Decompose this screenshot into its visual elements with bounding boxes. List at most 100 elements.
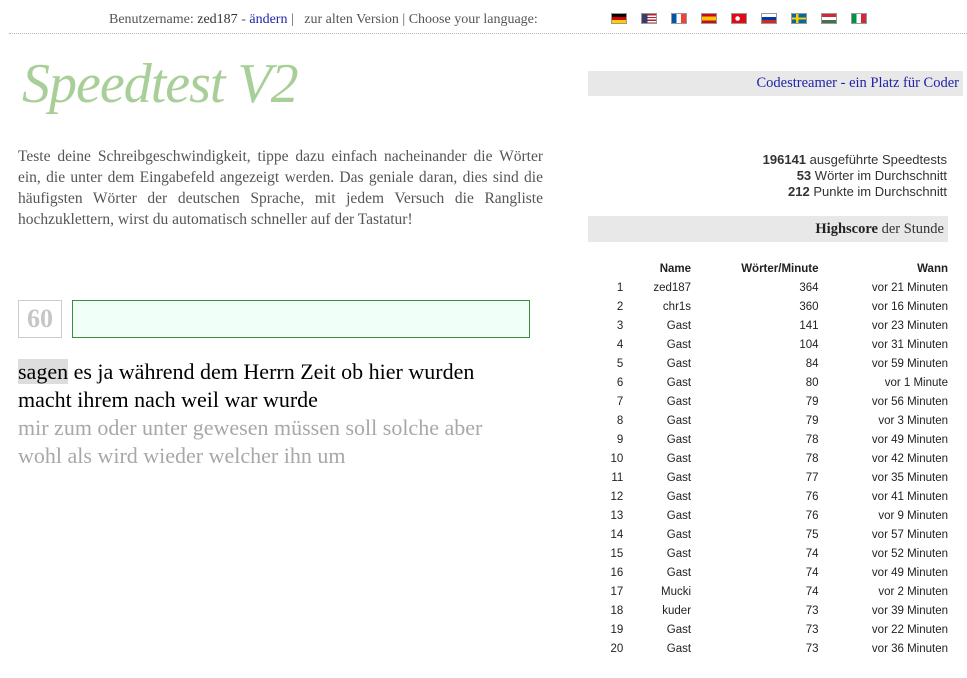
speedtest-logo: Speedtest V2 — [22, 53, 299, 115]
stat-tests-count: 196141 — [762, 152, 807, 167]
wpm-cell: 364 — [799, 281, 819, 294]
wpm-cell: 84 — [805, 357, 819, 370]
flag-it-icon[interactable] — [851, 13, 867, 24]
rank-cell: 2 — [616, 300, 624, 313]
name-cell: chr1s — [662, 300, 692, 313]
when-cell: vor 49 Minuten — [871, 433, 948, 446]
when-cell: vor 36 Minuten — [871, 642, 948, 655]
when-cell: vor 21 Minuten — [871, 281, 948, 294]
rank-cell: 1 — [616, 281, 624, 294]
when-cell: vor 41 Minuten — [871, 490, 948, 503]
codestreamer-banner: Codestreamer - ein Platz für Coder — [588, 71, 963, 96]
when-cell: vor 16 Minuten — [871, 300, 948, 313]
table-row: 20 Gast 73 vor 36 Minuten — [598, 639, 948, 658]
username: zed187 — [197, 12, 238, 27]
rank-cell: 16 — [610, 566, 624, 579]
table-row: 3 Gast 141 vor 23 Minuten — [598, 316, 948, 335]
word-list: sagen es ja während dem Herrn Zeit ob hi… — [18, 358, 558, 470]
when-cell: vor 1 Minute — [884, 376, 948, 389]
wpm-cell: 78 — [805, 433, 819, 446]
wpm-cell: 73 — [805, 642, 819, 655]
table-row: 11 Gast 77 vor 35 Minuten — [598, 468, 948, 487]
wpm-cell: 80 — [805, 376, 819, 389]
wpm-cell: 73 — [805, 604, 819, 617]
wpm-cell: 74 — [805, 547, 819, 560]
rank-cell: 7 — [616, 395, 624, 408]
name-cell: Gast — [666, 414, 692, 427]
pipe-separator: | — [402, 12, 406, 27]
when-cell: vor 52 Minuten — [871, 547, 948, 560]
flag-tr-icon[interactable] — [731, 13, 747, 24]
typing-input[interactable] — [72, 300, 530, 338]
flag-hu-icon[interactable] — [821, 13, 837, 24]
rank-cell: 15 — [610, 547, 624, 560]
flag-us-icon[interactable] — [641, 13, 657, 24]
when-cell: vor 9 Minuten — [878, 509, 948, 522]
when-cell: vor 23 Minuten — [871, 319, 948, 332]
rank-cell: 8 — [616, 414, 624, 427]
when-cell: vor 2 Minuten — [878, 585, 948, 598]
stat-avg-words-count: 53 — [796, 168, 812, 183]
flag-se-icon[interactable] — [791, 13, 807, 24]
table-header-row: Name Wörter/Minute Wann — [598, 260, 948, 278]
wpm-cell: 76 — [805, 509, 819, 522]
wpm-cell: 79 — [805, 395, 819, 408]
flag-fr-icon[interactable] — [671, 13, 687, 24]
user-nav: Benutzername: zed187 - ändern | zur alte… — [109, 12, 538, 28]
table-row: 15 Gast 74 vor 52 Minuten — [598, 544, 948, 563]
rank-cell: 14 — [610, 528, 624, 541]
highscore-rows: 1 zed187 364 vor 21 Minuten 2 chr1s 360 vor 16 … — [598, 278, 948, 658]
name-cell: Gast — [666, 566, 692, 579]
when-cell: vor 42 Minuten — [871, 452, 948, 465]
countdown-timer: 60 — [18, 300, 62, 338]
rank-cell: 11 — [611, 471, 624, 484]
table-row: 6 Gast 80 vor 1 Minute — [598, 373, 948, 392]
dash-separator: - — [241, 12, 246, 27]
rank-cell: 3 — [616, 319, 624, 332]
change-username-link[interactable]: ändern — [249, 12, 287, 27]
flag-es-icon[interactable] — [701, 13, 717, 24]
stat-tests: 196141 ausgeführte Speedtests — [763, 152, 947, 168]
column-header-rank — [598, 260, 623, 278]
flag-de-icon[interactable] — [611, 13, 627, 24]
table-row: 9 Gast 78 vor 49 Minuten — [598, 430, 948, 449]
when-cell: vor 35 Minuten — [871, 471, 948, 484]
codestreamer-link[interactable]: Codestreamer - ein Platz für Coder — [756, 75, 959, 92]
name-cell: Gast — [666, 490, 692, 503]
name-cell: Gast — [666, 509, 692, 522]
wpm-cell: 77 — [805, 471, 819, 484]
stat-avg-points: 212 Punkte im Durchschnitt — [763, 184, 947, 200]
name-cell: Gast — [666, 642, 692, 655]
name-cell: Gast — [666, 623, 692, 636]
old-version-link[interactable]: zur alten Version — [304, 12, 399, 27]
name-cell: Gast — [666, 395, 692, 408]
name-cell: Gast — [666, 376, 692, 389]
intro-text: Teste deine Schreibgeschwindigkeit, tipp… — [18, 148, 543, 228]
rank-cell: 19 — [610, 623, 624, 636]
rank-cell: 4 — [616, 338, 624, 351]
current-word: sagen — [18, 359, 69, 384]
name-cell: Gast — [666, 433, 692, 446]
when-cell: vor 59 Minuten — [871, 357, 948, 370]
header-divider — [9, 33, 967, 34]
when-cell: vor 31 Minuten — [871, 338, 948, 351]
pipe-separator: | — [290, 12, 294, 27]
wpm-cell: 74 — [805, 585, 819, 598]
table-row: 16 Gast 74 vor 49 Minuten — [598, 563, 948, 582]
statistics-block: 196141 ausgeführte Speedtests 53 Wörter … — [763, 152, 947, 200]
name-cell: Gast — [666, 357, 692, 370]
rank-cell: 5 — [616, 357, 624, 370]
table-row: 4 Gast 104 vor 31 Minuten — [598, 335, 948, 354]
wpm-cell: 75 — [805, 528, 819, 541]
table-row: 7 Gast 79 vor 56 Minuten — [598, 392, 948, 411]
wpm-cell: 76 — [805, 490, 819, 503]
flag-ru-icon[interactable] — [761, 13, 777, 24]
column-header-wpm: Wörter/Minute — [741, 263, 819, 275]
highscore-title-rest: der Stunde — [881, 221, 944, 237]
name-cell: Gast — [666, 471, 692, 484]
table-row: 18 kuder 73 vor 39 Minuten — [598, 601, 948, 620]
column-header-name: Name — [659, 263, 692, 275]
table-row: 13 Gast 76 vor 9 Minuten — [598, 506, 948, 525]
when-cell: vor 22 Minuten — [871, 623, 948, 636]
highscore-table: Name Wörter/Minute Wann 1 zed187 364 vor 21… — [598, 260, 948, 658]
